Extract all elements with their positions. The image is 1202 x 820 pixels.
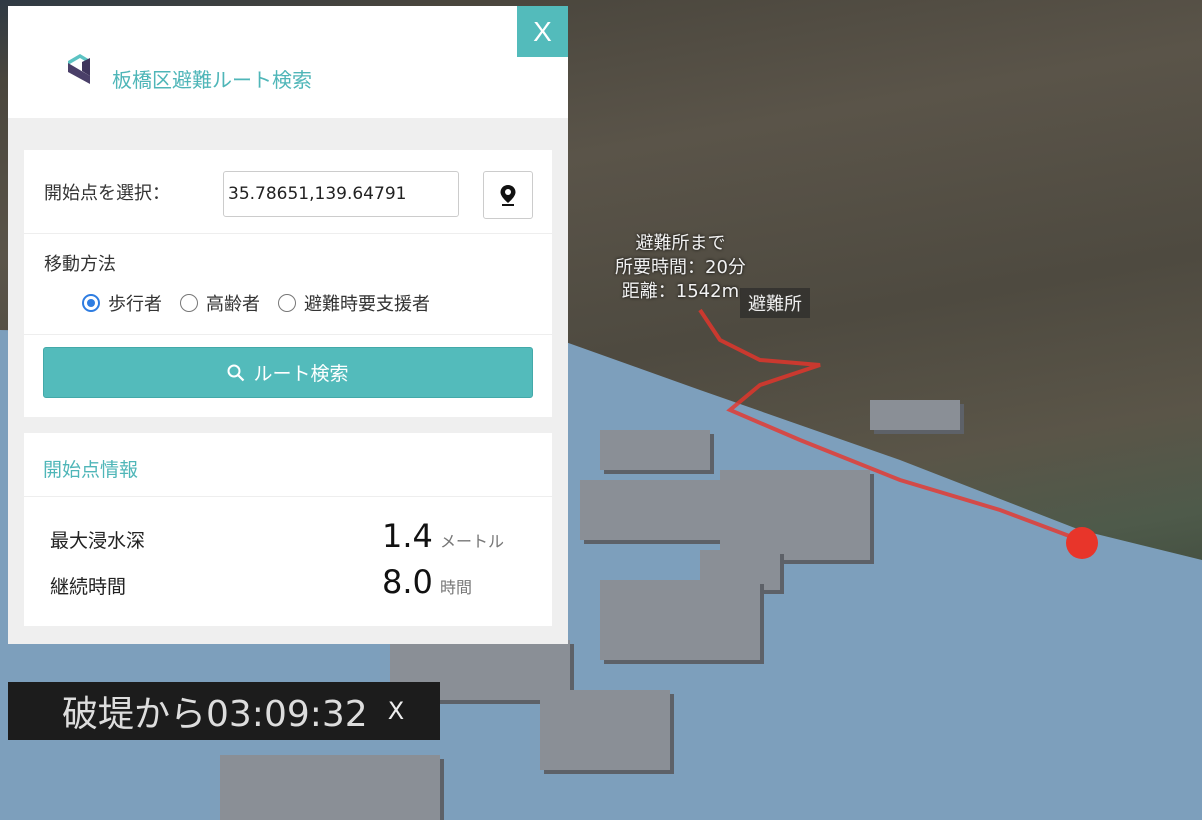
info-title: 開始点情報 [24, 433, 552, 497]
start-info-card: 開始点情報 最大浸水深 1.4 メートル 継続時間 8.0 時間 [24, 433, 552, 626]
breach-timer: 破堤から03:09:32 X [8, 682, 440, 740]
timer-close-button[interactable]: X [388, 697, 404, 725]
radio-unchecked[interactable] [180, 294, 198, 312]
start-point-marker[interactable] [1066, 527, 1098, 559]
info-unit: メートル [440, 532, 505, 551]
radio-label: 避難時要支援者 [304, 294, 430, 315]
radio-checked[interactable] [82, 294, 100, 312]
route-info-label: 避難所まで 所要時間：20分 距離：1542m [615, 232, 746, 304]
start-point-input[interactable] [223, 171, 459, 217]
info-key: 最大浸水深 [50, 530, 146, 552]
panel-title: 板橋区避難ルート検索 [112, 68, 312, 92]
divider [24, 334, 552, 335]
mode-radio-support[interactable]: 避難時要支援者 [278, 290, 430, 316]
route-search-panel: 板橋区避難ルート検索 X 開始点を選択： 移動方法 歩行者 高齢者 避難時要支援… [8, 6, 568, 644]
mode-radio-walker[interactable]: 歩行者 [82, 290, 162, 316]
search-icon [227, 364, 245, 381]
info-row-duration: 継続時間 8.0 時間 [50, 563, 532, 601]
search-button-label: ルート検索 [253, 364, 349, 385]
travel-mode-label: 移動方法 [44, 254, 116, 275]
logo-icon [68, 54, 90, 84]
pick-location-button[interactable] [483, 171, 533, 219]
map-pin-icon [500, 185, 516, 206]
info-key: 継続時間 [50, 576, 127, 598]
route-info-line: 距離：1542m [621, 281, 740, 302]
route-info-line: 所要時間：20分 [615, 257, 746, 278]
radio-label: 歩行者 [108, 294, 162, 315]
shelter-label: 避難所 [740, 288, 810, 318]
close-button[interactable]: X [517, 6, 568, 57]
radio-label: 高齢者 [206, 294, 260, 315]
mode-radio-elderly[interactable]: 高齢者 [180, 290, 260, 316]
panel-header: 板橋区避難ルート検索 X [8, 6, 568, 118]
info-value: 8.0 [382, 563, 433, 601]
radio-unchecked[interactable] [278, 294, 296, 312]
info-unit: 時間 [440, 578, 473, 597]
info-value: 1.4 [382, 517, 433, 555]
info-row-max-depth: 最大浸水深 1.4 メートル [50, 517, 532, 555]
travel-mode-group: 歩行者 高齢者 避難時要支援者 [82, 290, 430, 316]
timer-text: 破堤から03:09:32 [62, 694, 368, 735]
start-point-label: 開始点を選択： [44, 182, 170, 204]
search-card: 開始点を選択： 移動方法 歩行者 高齢者 避難時要支援者 ルート検索 [24, 150, 552, 417]
route-search-button[interactable]: ルート検索 [43, 347, 533, 398]
route-info-line: 避難所まで [635, 233, 726, 254]
